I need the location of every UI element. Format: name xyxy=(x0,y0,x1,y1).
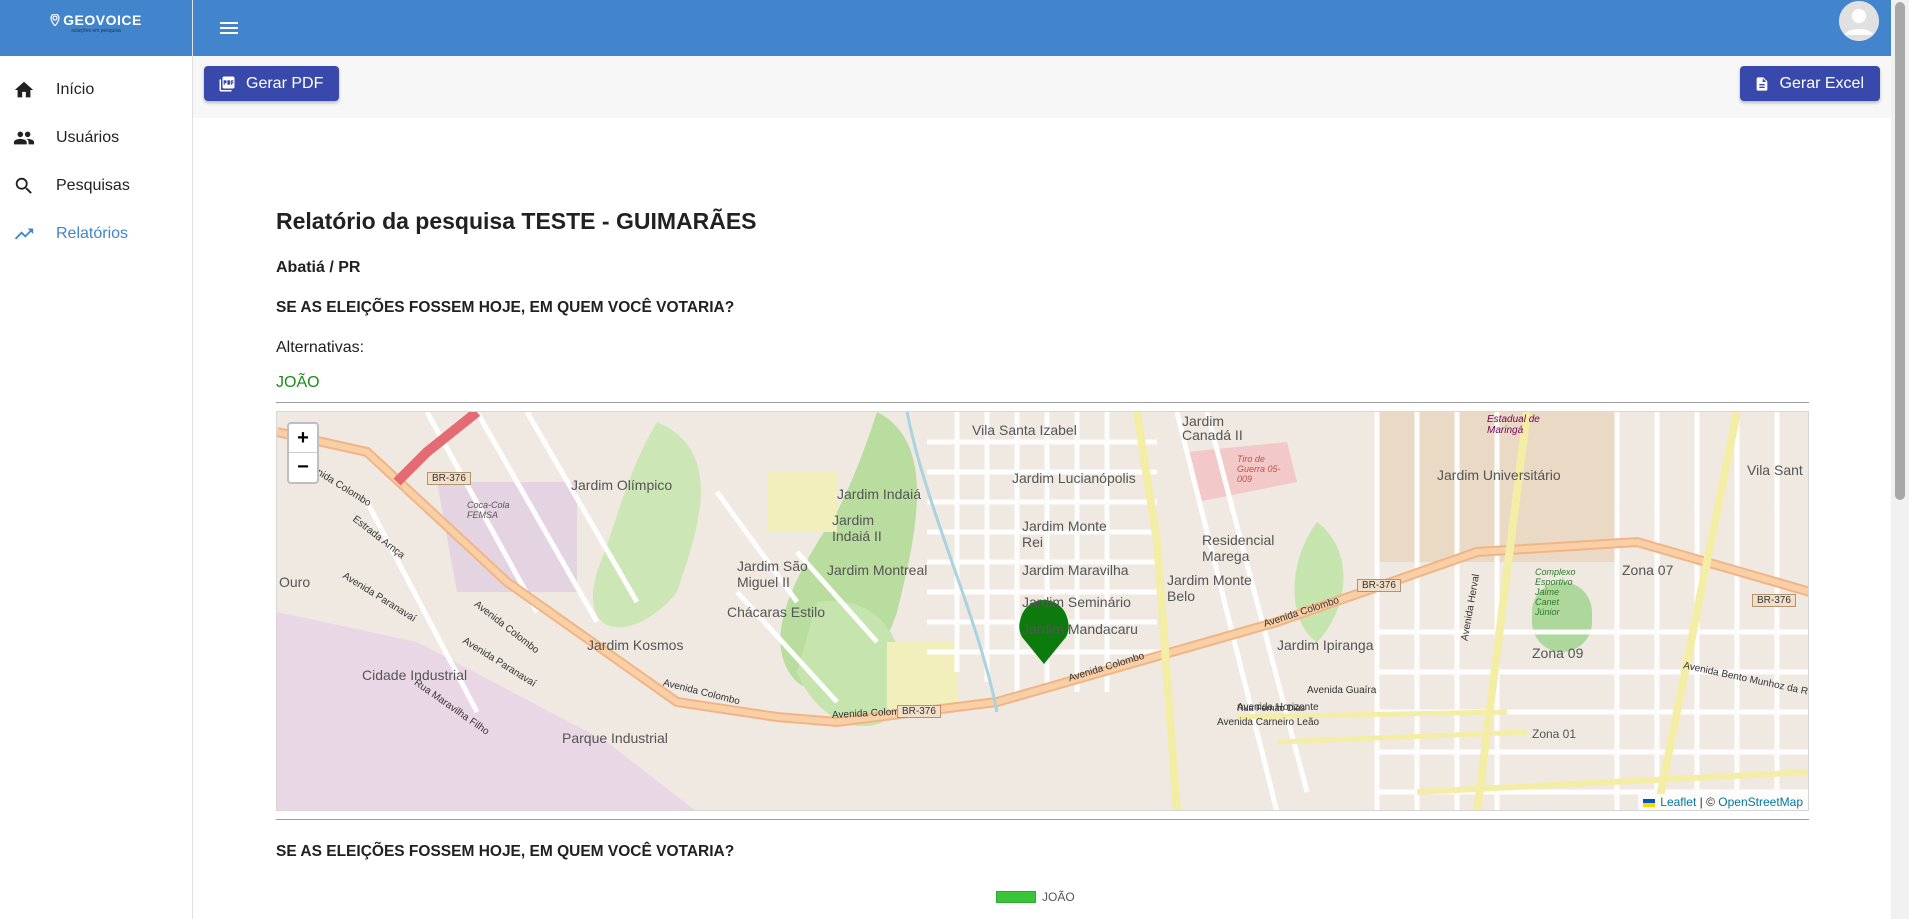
map-label: Vila Santa Izabel xyxy=(972,422,1077,438)
map-label: Zona 09 xyxy=(1532,645,1584,661)
generate-pdf-button[interactable]: Gerar PDF xyxy=(204,66,340,101)
map-label: Zona 01 xyxy=(1532,727,1577,741)
document-icon xyxy=(1754,75,1770,93)
map-label: Jardim Mandacaru xyxy=(1022,621,1138,637)
zoom-out-button[interactable]: − xyxy=(289,453,317,482)
alternative-item: JOÃO xyxy=(276,374,320,391)
map-label: Complexo Esportivo Jaime Canet Júnior xyxy=(1535,567,1576,617)
menu-icon[interactable] xyxy=(217,16,241,40)
chart-legend[interactable]: JOÃO xyxy=(996,890,1075,904)
map-label: Vila Sant xyxy=(1747,462,1803,478)
sidebar-item-label: Relatórios xyxy=(56,225,129,242)
alternatives-label: Alternativas: xyxy=(276,339,365,356)
map-label: Jardim Indaiá II xyxy=(832,512,882,544)
sidebar-item-label: Pesquisas xyxy=(56,177,130,194)
generate-excel-button[interactable]: Gerar Excel xyxy=(1739,66,1880,101)
map-label: Jardim São Miguel II xyxy=(737,558,808,590)
scrollbar-thumb[interactable] xyxy=(1895,2,1905,500)
zoom-in-button[interactable]: + xyxy=(289,424,317,453)
map-label: Jardim Seminário xyxy=(1022,594,1131,610)
page-scrollbar[interactable] xyxy=(1891,0,1909,919)
map-label: Tiro de Guerra 05-009 xyxy=(1237,454,1281,484)
map-view[interactable]: Vila Santa Izabel Jardim Canadá II Jardi… xyxy=(276,411,1809,811)
map-label: Chácaras Estilo xyxy=(727,604,826,620)
map-label: Estadual de Maringá xyxy=(1487,414,1540,436)
user-avatar-icon xyxy=(1839,1,1879,41)
report-content: Relatório da pesquisa TESTE - GUIMARÃES … xyxy=(193,118,1891,919)
highway-shield: BR-376 xyxy=(1752,594,1796,607)
map-label: Parque Industrial xyxy=(562,730,668,746)
map-street: Rua Fernão Dias xyxy=(1237,703,1306,713)
map-street: Avenida Carneiro Leão xyxy=(1217,717,1320,728)
map-street: Avenida Guaíra xyxy=(1307,685,1377,696)
map-label: Jardim Ipiranga xyxy=(1277,637,1374,653)
top-app-bar xyxy=(193,0,1891,56)
report-title: Relatório da pesquisa TESTE - GUIMARÃES xyxy=(276,208,757,234)
sidebar-item-usuarios[interactable]: Usuários xyxy=(0,114,192,162)
highway-shield: BR-376 xyxy=(897,705,941,718)
legend-label: JOÃO xyxy=(1042,890,1075,904)
sidebar-item-relatorios[interactable]: Relatórios xyxy=(0,210,192,258)
sidebar-nav: Início Usuários Pesquisas Relatórios xyxy=(0,66,192,258)
trending-up-icon xyxy=(12,222,36,246)
map-label: Jardim Olímpico xyxy=(571,477,673,493)
openstreetmap-link[interactable]: OpenStreetMap xyxy=(1718,795,1803,809)
report-city: Abatiá / PR xyxy=(276,259,361,276)
leaflet-link[interactable]: Leaflet xyxy=(1660,795,1696,809)
generate-excel-label: Gerar Excel xyxy=(1779,74,1864,92)
map-label: Jardim Indaiá xyxy=(837,486,922,502)
map-label: Ouro xyxy=(279,574,311,590)
legend-swatch xyxy=(996,891,1036,903)
map-zoom-control: + − xyxy=(287,422,319,484)
map-label: Jardim Montreal xyxy=(827,562,928,578)
divider xyxy=(276,819,1809,820)
sidebar-item-label: Início xyxy=(56,81,95,98)
app-name: GEOVOICE xyxy=(63,12,142,28)
search-icon xyxy=(12,174,36,198)
map-label: Coca-Cola FEMSA xyxy=(467,500,510,520)
app-logo[interactable]: GEOVOICE soluções em pesquisa xyxy=(50,12,142,34)
logo-bar: GEOVOICE soluções em pesquisa xyxy=(0,0,192,56)
sidebar-item-pesquisas[interactable]: Pesquisas xyxy=(0,162,192,210)
pin-icon xyxy=(50,14,60,26)
map-label: Jardim Canadá II xyxy=(1182,413,1243,443)
generate-pdf-label: Gerar PDF xyxy=(246,74,324,92)
home-icon xyxy=(12,78,36,102)
app-tagline: soluções em pesquisa xyxy=(71,28,121,34)
people-icon xyxy=(12,126,36,150)
divider xyxy=(276,402,1809,403)
map-label: Zona 07 xyxy=(1622,562,1674,578)
map-label: Jardim Monte Belo xyxy=(1167,572,1252,604)
attribution-separator: | © xyxy=(1696,795,1719,809)
map-label: Jardim Lucianópolis xyxy=(1012,470,1136,486)
action-toolbar: Gerar PDF Gerar Excel xyxy=(193,56,1891,118)
map-label: Jardim Universitário xyxy=(1437,467,1561,483)
map-label: Residencial Marega xyxy=(1202,532,1275,564)
sidebar-item-label: Usuários xyxy=(56,129,120,146)
sidebar-item-inicio[interactable]: Início xyxy=(0,66,192,114)
map-attribution: Leaflet | © OpenStreetMap xyxy=(1637,794,1808,810)
highway-shield: BR-376 xyxy=(1357,579,1401,592)
map-label: Jardim Kosmos xyxy=(587,637,684,653)
map-label: Jardim Maravilha xyxy=(1022,562,1129,578)
highway-shield: BR-376 xyxy=(427,472,471,485)
question-heading-chart: SE AS ELEIÇÕES FOSSEM HOJE, EM QUEM VOCÊ… xyxy=(276,843,735,860)
question-heading: SE AS ELEIÇÕES FOSSEM HOJE, EM QUEM VOCÊ… xyxy=(276,299,735,316)
pdf-icon xyxy=(218,75,236,93)
ukraine-flag-icon xyxy=(1642,798,1655,807)
map-label: Jardim Monte Rei xyxy=(1022,518,1107,550)
avatar[interactable] xyxy=(1839,1,1879,41)
sidebar: GEOVOICE soluções em pesquisa Início Usu… xyxy=(0,0,193,919)
